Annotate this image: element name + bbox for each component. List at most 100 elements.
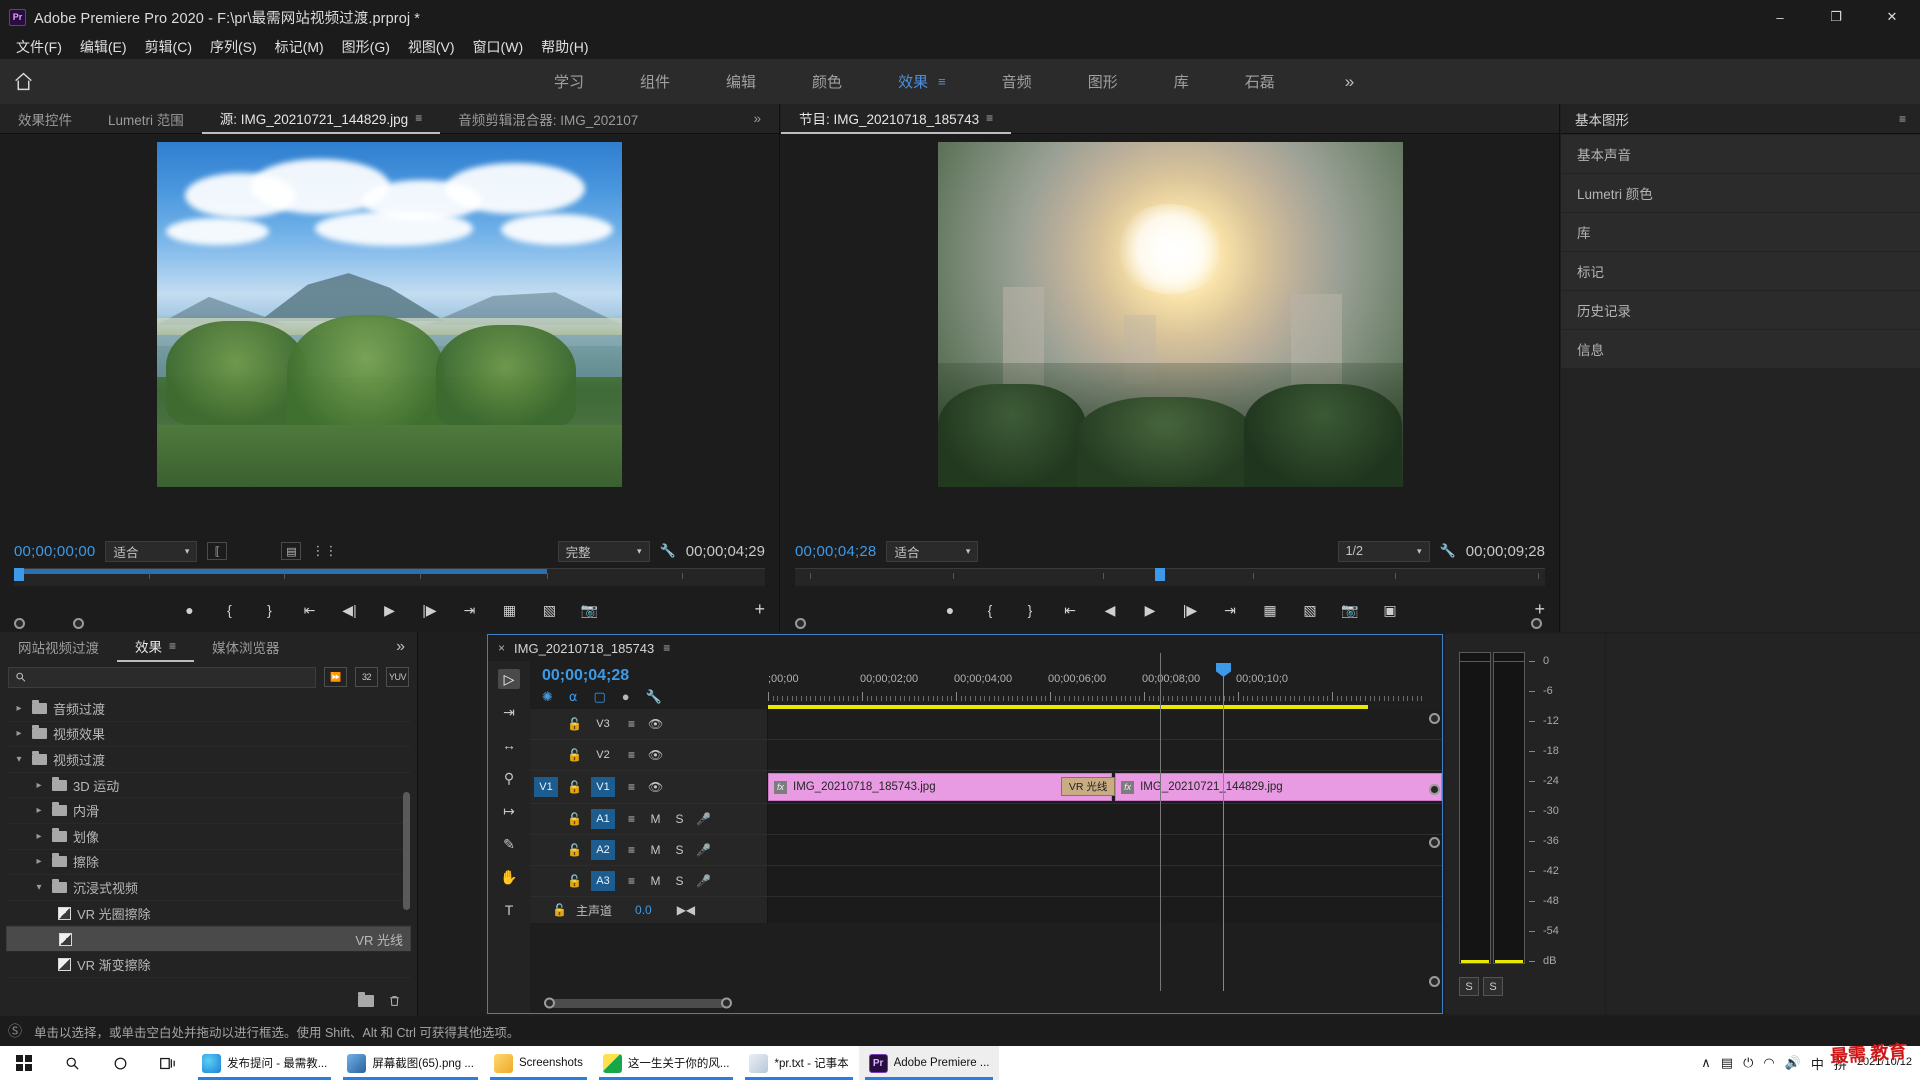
track-lane-a3[interactable]	[768, 866, 1442, 896]
minimize-button[interactable]: –	[1752, 0, 1808, 34]
menu-help[interactable]: 帮助(H)	[532, 35, 597, 59]
panel-lumetri-color[interactable]: Lumetri 颜色	[1561, 174, 1920, 212]
program-resolution-select[interactable]: 1/2 ▾	[1337, 540, 1430, 562]
step-forward-button[interactable]: |▶	[420, 600, 440, 620]
lock-icon[interactable]: 🔓	[567, 780, 582, 794]
sync-lock-icon[interactable]: ≡	[624, 780, 639, 794]
workspace-tab-audio[interactable]: 音频	[974, 71, 1060, 92]
chevron-right-icon[interactable]: ▸	[32, 831, 46, 842]
mute-button[interactable]: M	[648, 874, 663, 888]
track-header-a3[interactable]: 🔓 A3 ≡ M S 🎤	[530, 866, 768, 896]
chevron-down-icon[interactable]: ▾	[12, 754, 26, 765]
menu-clip[interactable]: 剪辑(C)	[136, 35, 201, 59]
chevron-right-icon[interactable]: ▸	[12, 728, 26, 739]
comparison-view-button[interactable]: ▣	[1380, 600, 1400, 620]
sync-lock-icon[interactable]: ≡	[624, 874, 639, 888]
source-patch-v2[interactable]	[534, 745, 558, 765]
go-to-in-button[interactable]: ⇤	[1060, 600, 1080, 620]
lift-button[interactable]: ▦	[1260, 600, 1280, 620]
solo-button[interactable]: S	[672, 812, 687, 826]
essential-graphics-header[interactable]: 基本图形 ≡	[1561, 104, 1920, 134]
tab-project-bin[interactable]: 网站视频过渡	[0, 632, 117, 662]
chevron-right-icon[interactable]: ▸	[32, 780, 46, 791]
menu-edit[interactable]: 编辑(E)	[71, 35, 136, 59]
lock-icon[interactable]: 🔓	[567, 874, 582, 888]
program-scrub-track[interactable]	[795, 568, 1545, 586]
panel-info[interactable]: 信息	[1561, 330, 1920, 368]
menu-marker[interactable]: 标记(M)	[266, 35, 333, 59]
sync-lock-icon[interactable]: ≡	[624, 748, 639, 762]
tree-item-audio-transitions[interactable]: ▸ 音频过渡	[6, 696, 411, 722]
cortana-icon[interactable]	[96, 1046, 144, 1080]
program-settings-wrench-icon[interactable]: 🔧	[1440, 543, 1456, 559]
program-playhead[interactable]	[1155, 568, 1165, 581]
source-playhead[interactable]	[14, 568, 24, 581]
source-scrubber[interactable]	[0, 568, 779, 629]
source-patch-a1[interactable]	[534, 809, 558, 829]
go-to-out-button[interactable]: ⇥	[1220, 600, 1240, 620]
track-header-a1[interactable]: 🔓 A1 ≡ M S 🎤	[530, 804, 768, 834]
menu-window[interactable]: 窗口(W)	[464, 35, 533, 59]
source-patch-v3[interactable]	[534, 714, 558, 734]
source-fit-select[interactable]: 适合 ▾	[105, 540, 198, 562]
workspace-tab-custom[interactable]: 石磊	[1217, 71, 1303, 92]
timeline-menu-icon[interactable]: ≡	[663, 641, 670, 655]
panel-essential-sound[interactable]: 基本声音	[1561, 135, 1920, 173]
mute-button[interactable]: M	[648, 843, 663, 857]
taskbar-app-screenshots-folder[interactable]: Screenshots	[484, 1046, 593, 1080]
new-bin-icon[interactable]	[358, 992, 374, 1007]
task-view-icon[interactable]	[144, 1046, 192, 1080]
voice-record-icon[interactable]: 🎤	[696, 812, 711, 826]
tree-item-3d-motion[interactable]: ▸ 3D 运动	[6, 773, 411, 799]
track-header-v3[interactable]: 🔓 V3 ≡ 👁	[530, 709, 768, 739]
source-quality-select[interactable]: 完整 ▾	[557, 540, 650, 562]
timeline-transition[interactable]: VR 光线	[1061, 777, 1116, 796]
mark-out-button[interactable]: }	[260, 600, 280, 620]
panel-libraries[interactable]: 库	[1561, 213, 1920, 251]
tree-item-vr-light-rays[interactable]: VR 光线	[6, 926, 411, 952]
snap-magnet-icon[interactable]: ⍺	[569, 689, 578, 705]
tree-item-immersive-video[interactable]: ▾ 沉浸式视频	[6, 875, 411, 901]
tray-wifi-icon[interactable]: ◠	[1763, 1055, 1774, 1071]
tray-battery-icon[interactable]: ⏻	[1743, 1055, 1753, 1071]
tab-menu-icon[interactable]: ≡	[169, 639, 176, 653]
tab-effect-controls[interactable]: 效果控件	[0, 104, 90, 134]
tab-audio-clip-mixer[interactable]: 音频剪辑混合器: IMG_202107	[440, 104, 656, 134]
workspace-tab-color[interactable]: 颜色	[784, 71, 870, 92]
maximize-button[interactable]: ❐	[1808, 0, 1864, 34]
export-frame-button[interactable]: 📷	[580, 600, 600, 620]
tree-item-slide[interactable]: ▸ 内滑	[6, 798, 411, 824]
nest-toggle-icon[interactable]: ✺	[542, 689, 553, 705]
timeline-settings-icon[interactable]: 🔧	[646, 689, 662, 705]
tree-item-video-transitions[interactable]: ▾ 视频过渡	[6, 747, 411, 773]
go-to-in-button[interactable]: ⇤	[300, 600, 320, 620]
sync-lock-icon[interactable]: ≡	[624, 843, 639, 857]
meter-solo-right-button[interactable]: S	[1483, 977, 1503, 996]
timeline-ruler[interactable]: ;00;00 00;00;02;00 00;00;04;00 00;00;06;…	[768, 661, 1442, 709]
accelerated-effects-icon[interactable]: ⏩	[324, 667, 347, 687]
source-scrub-track[interactable]	[14, 568, 765, 586]
lock-icon[interactable]: 🔓	[567, 748, 582, 762]
source-patch-v1[interactable]: V1	[534, 777, 558, 797]
source-button-editor-icon[interactable]: +	[754, 599, 765, 620]
extract-button[interactable]: ▧	[1300, 600, 1320, 620]
hscroll-knob-right[interactable]	[721, 997, 732, 1009]
menu-file[interactable]: 文件(F)	[7, 35, 71, 59]
chevron-right-icon[interactable]: ▸	[12, 703, 26, 714]
panel-markers[interactable]: 标记	[1561, 252, 1920, 290]
slip-tool[interactable]: ↦	[498, 801, 520, 821]
tab-menu-icon[interactable]: ≡	[415, 111, 422, 125]
master-meter-icon[interactable]: ▶◀	[677, 903, 695, 917]
panel-history[interactable]: 历史记录	[1561, 291, 1920, 329]
track-lane-v2[interactable]	[768, 740, 1442, 770]
add-marker-button[interactable]: ●	[180, 600, 200, 620]
workspace-tab-effects[interactable]: 效果 ≡	[870, 71, 974, 92]
home-icon[interactable]	[0, 59, 46, 104]
lock-icon[interactable]: 🔓	[567, 843, 582, 857]
razor-tool[interactable]: ⚲	[498, 768, 520, 788]
meter-solo-left-button[interactable]: S	[1459, 977, 1479, 996]
32-bit-color-icon[interactable]: 32	[355, 667, 378, 687]
mark-in-button[interactable]: {	[220, 600, 240, 620]
source-settings-wrench-icon[interactable]: 🔧	[660, 543, 676, 559]
menu-graphics[interactable]: 图形(G)	[333, 35, 399, 59]
